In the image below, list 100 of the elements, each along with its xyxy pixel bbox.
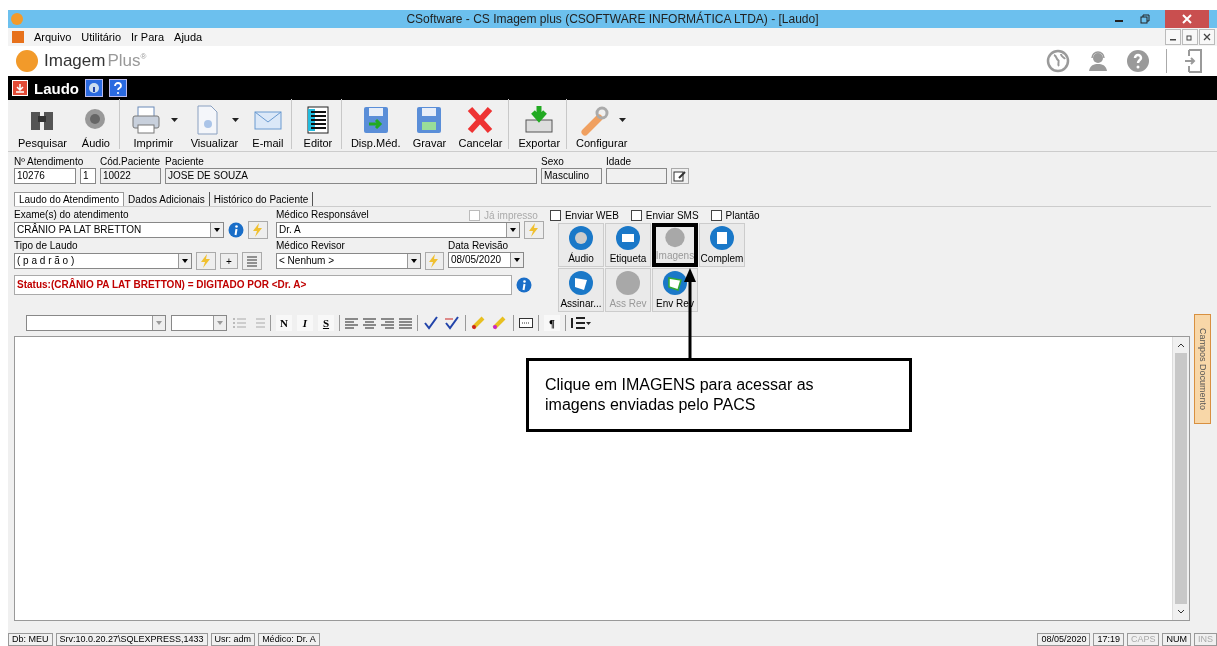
- field-label: Paciente: [165, 156, 204, 168]
- brand-name: Imagem Plus$^{®}$: [44, 51, 147, 71]
- restore-icon[interactable]: [1139, 14, 1151, 24]
- disabled-circle-icon: [615, 270, 641, 296]
- status-bar-panel: 08/05/2020: [1037, 633, 1091, 646]
- side-tab[interactable]: Campos Documento: [1194, 314, 1211, 424]
- lightning-icon[interactable]: [196, 252, 216, 270]
- action-button[interactable]: Assinar...: [558, 268, 604, 312]
- report-type-dropdown[interactable]: ( p a d r ã o ): [14, 253, 192, 269]
- input-field[interactable]: 1: [80, 168, 96, 184]
- menu-item[interactable]: Ir Para: [131, 31, 165, 43]
- strikethrough-button[interactable]: S: [318, 315, 334, 331]
- field-label: Idade: [606, 156, 632, 168]
- tab[interactable]: Laudo do Atendimento: [14, 192, 125, 206]
- checkbox[interactable]: [630, 209, 642, 221]
- date-picker[interactable]: 08/05/2020: [448, 252, 524, 268]
- spellcheck-icon[interactable]: [444, 316, 460, 330]
- app-logo-icon: [11, 13, 23, 25]
- action-button[interactable]: Etiqueta: [605, 223, 651, 267]
- checkbox[interactable]: [549, 209, 561, 221]
- menu-item[interactable]: Arquivo: [34, 31, 72, 43]
- tab[interactable]: Dados Adicionais: [124, 192, 210, 206]
- field-icon[interactable]: [519, 318, 533, 328]
- toolbar-button[interactable]: Pesquisar: [12, 99, 73, 149]
- align-icon[interactable]: [363, 317, 376, 329]
- toolbar-button[interactable]: Visualizar: [183, 99, 245, 149]
- window-title: CSoftware - CS Imagem plus (CSOFTWARE INFORMÁTICA LTDA) - [Laudo]: [405, 12, 820, 26]
- toolbar-button[interactable]: Disp.Méd.: [344, 99, 407, 149]
- reviewer-dropdown[interactable]: < Nenhum >: [276, 253, 421, 269]
- font-dropdown[interactable]: [26, 315, 166, 331]
- action-button[interactable]: Complem: [699, 223, 745, 267]
- checkbox-label: Plantão: [725, 209, 760, 221]
- round-action-icon: [615, 225, 641, 251]
- align-icon[interactable]: [399, 317, 412, 329]
- toolbar-button[interactable]: E-mail: [244, 99, 292, 149]
- highlighter-icon[interactable]: [492, 316, 508, 330]
- round-action-icon: [709, 225, 735, 251]
- close-button[interactable]: [1165, 10, 1209, 28]
- list-icon[interactable]: [242, 252, 262, 270]
- field-label: Data Revisão: [448, 240, 509, 252]
- toolbar-button[interactable]: Imprimir: [122, 99, 184, 149]
- field-label: Nº Atendimento: [14, 156, 84, 168]
- info-icon[interactable]: [516, 277, 532, 293]
- help-icon[interactable]: [109, 79, 127, 97]
- paragraph-button[interactable]: ¶: [544, 315, 560, 331]
- exam-dropdown[interactable]: CRÂNIO PA LAT BRETTON: [14, 222, 224, 238]
- lightning-icon[interactable]: [524, 221, 544, 239]
- input-field: 10022: [100, 168, 161, 184]
- scrollbar[interactable]: [1172, 337, 1189, 620]
- input-field: [606, 168, 667, 184]
- help-icon[interactable]: [1126, 49, 1150, 73]
- status-bar-panel: NUM: [1162, 633, 1191, 646]
- lightning-icon[interactable]: [424, 252, 444, 270]
- toolbar-button[interactable]: Editor: [294, 99, 342, 149]
- toolbar-button[interactable]: Cancelar: [452, 99, 510, 149]
- caret-icon: [231, 118, 239, 122]
- form-title: Laudo: [34, 79, 79, 97]
- status-bar-panel: INS: [1194, 633, 1217, 646]
- info-icon[interactable]: [85, 79, 103, 97]
- checkbox-label: Enviar WEB: [564, 209, 619, 221]
- bold-button[interactable]: N: [276, 315, 292, 331]
- checkbox[interactable]: [710, 209, 722, 221]
- add-button[interactable]: +: [220, 253, 238, 269]
- round-action-icon: [568, 270, 594, 296]
- field-label: Exame(s) do atendimento: [14, 209, 129, 221]
- font-size-dropdown[interactable]: [171, 315, 227, 331]
- align-icon[interactable]: [345, 317, 358, 329]
- toolbar-button[interactable]: Configurar: [570, 99, 634, 149]
- edit-icon[interactable]: [671, 168, 689, 184]
- support-agent-icon[interactable]: [1086, 49, 1110, 73]
- callout-box: Clique em IMAGENS para acessar as imagens enviadas pelo PACS: [526, 358, 912, 432]
- doctor-dropdown[interactable]: Dr. A: [276, 222, 520, 238]
- status-bar-panel: Médico: Dr. A: [258, 633, 320, 646]
- tab[interactable]: Histórico do Paciente: [209, 192, 314, 206]
- status-bar-panel: 17:19: [1093, 633, 1124, 646]
- align-icon[interactable]: [381, 317, 394, 329]
- toolbar-button[interactable]: Gravar: [406, 99, 453, 149]
- status-bar-panel: CAPS: [1126, 633, 1160, 646]
- field-label: Cód.Paciente: [100, 156, 161, 168]
- menu-item[interactable]: Ajuda: [174, 31, 203, 43]
- input-field[interactable]: 10276: [14, 168, 76, 184]
- input-field: Masculino: [541, 168, 602, 184]
- lightning-icon[interactable]: [248, 221, 268, 239]
- action-button[interactable]: Áudio: [558, 223, 604, 267]
- caret-icon: [170, 118, 178, 122]
- checkbox-label: Já impresso: [484, 209, 538, 221]
- spellcheck-icon[interactable]: [423, 316, 439, 330]
- line-spacing-icon[interactable]: [571, 317, 591, 329]
- italic-button[interactable]: I: [297, 315, 313, 331]
- field-label: Médico Responsável: [276, 209, 369, 221]
- minimize-icon[interactable]: [1165, 29, 1181, 45]
- toolbar-button[interactable]: Áudio: [72, 99, 120, 149]
- info-icon[interactable]: [228, 222, 244, 238]
- highlighter-icon[interactable]: [471, 316, 487, 330]
- download-icon: [12, 80, 28, 96]
- close-icon[interactable]: [1199, 29, 1215, 45]
- menu-item[interactable]: Utilitário: [81, 31, 122, 43]
- status-bar-panel: Db: MEU: [8, 633, 53, 646]
- field-label: Tipo de Laudo: [14, 240, 78, 252]
- toolbar-button[interactable]: Exportar: [512, 99, 568, 149]
